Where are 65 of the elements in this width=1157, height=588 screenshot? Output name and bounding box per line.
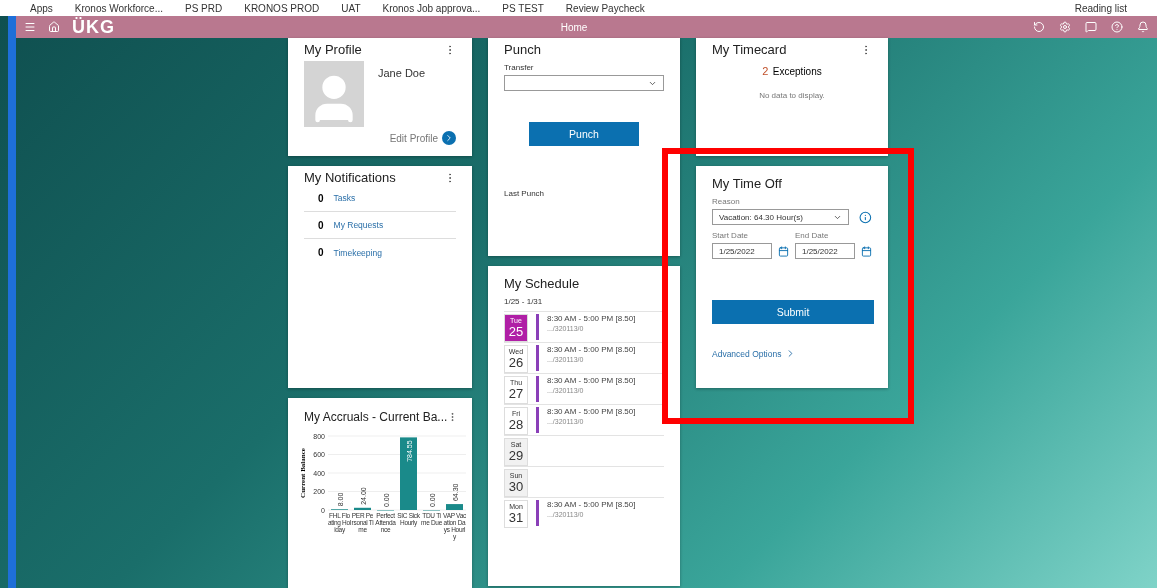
refresh-icon[interactable] (1033, 21, 1045, 33)
home-icon[interactable] (48, 21, 60, 33)
shift-bar (536, 345, 539, 371)
help-icon[interactable] (1111, 21, 1123, 33)
bookmark[interactable]: UAT (341, 2, 361, 14)
date-field[interactable]: 1/25/2022 (712, 243, 772, 259)
card-title: My Timecard (712, 42, 787, 57)
bar (446, 504, 463, 510)
bookmark[interactable]: Review Paycheck (565, 2, 645, 14)
shift-time: 8:30 AM - 5:00 PM [8.50] (547, 345, 636, 354)
bar (354, 507, 371, 510)
page-title: Home (559, 21, 589, 33)
bookmark[interactable]: Kronos Job approva... (382, 2, 481, 14)
count: 0 (318, 247, 324, 258)
shift-time: 8:30 AM - 5:00 PM [8.50] (547, 314, 636, 323)
submit-button[interactable]: Submit (712, 300, 874, 324)
card-title: Punch (504, 42, 542, 57)
field-label: End Date (795, 231, 830, 240)
card-title: My Time Off (712, 176, 783, 191)
count: 0 (318, 219, 324, 231)
chat-icon[interactable] (1085, 21, 1097, 33)
bell-icon[interactable] (1137, 21, 1149, 33)
reason-dropdown[interactable]: Vacation: 64.30 Hour(s) (712, 209, 850, 225)
count: 0 (318, 192, 324, 204)
card-title: My Accruals - Current Ba... (304, 410, 448, 424)
shift-bar (536, 376, 539, 402)
bookmark[interactable]: PS PRD (185, 2, 223, 14)
info-icon[interactable] (859, 210, 872, 224)
settings-icon[interactable] (1059, 21, 1071, 33)
notification-link[interactable]: Timekeeping (333, 247, 382, 258)
exceptions-count: 2 (762, 65, 769, 77)
menu-icon[interactable] (24, 21, 36, 33)
date-range: 1/25 - 1/31 (504, 297, 544, 306)
edit-profile-link[interactable]: Edit Profile (389, 132, 438, 144)
notification-link[interactable]: Tasks (333, 193, 356, 203)
field-label: Transfer (504, 63, 535, 72)
date-field[interactable]: 1/25/2022 (795, 243, 855, 259)
shift-time: 8:30 AM - 5:00 PM [8.50] (547, 500, 636, 509)
chevron-icon[interactable] (442, 131, 456, 145)
empty-message: No data to display. (758, 91, 826, 100)
shift-bar (536, 500, 539, 526)
avatar-silhouette (304, 61, 364, 127)
field-label: Reason (712, 197, 741, 206)
exceptions-label: Exceptions (772, 66, 822, 77)
calendar-icon[interactable] (861, 245, 872, 257)
shift-bar (536, 407, 539, 433)
notification-link[interactable]: My Requests (333, 220, 384, 230)
card-title: My Schedule (504, 276, 581, 291)
bookmark[interactable]: Kronos Workforce... (74, 2, 163, 14)
last-punch-label: Last Punch (504, 189, 546, 198)
bookmark[interactable]: KRONOS PROD (244, 2, 320, 14)
bookmark[interactable]: Apps (30, 2, 53, 14)
user-name: Jane Doe (378, 67, 426, 81)
shift-time: 8:30 AM - 5:00 PM [8.50] (547, 376, 636, 385)
advanced-options-link[interactable]: Advanced Options (712, 348, 782, 359)
shift-bar (536, 314, 539, 340)
bookmark[interactable]: Reading list (1074, 2, 1127, 14)
card-title: My Profile (304, 42, 362, 57)
shift-time: 8:30 AM - 5:00 PM [8.50] (547, 407, 636, 416)
bookmark[interactable]: PS TEST (502, 2, 544, 14)
calendar-icon[interactable] (778, 245, 789, 257)
punch-button[interactable]: Punch (529, 122, 639, 146)
field-label: Start Date (712, 231, 749, 240)
transfer-dropdown[interactable] (504, 75, 664, 91)
card-title: My Notifications (304, 170, 396, 185)
